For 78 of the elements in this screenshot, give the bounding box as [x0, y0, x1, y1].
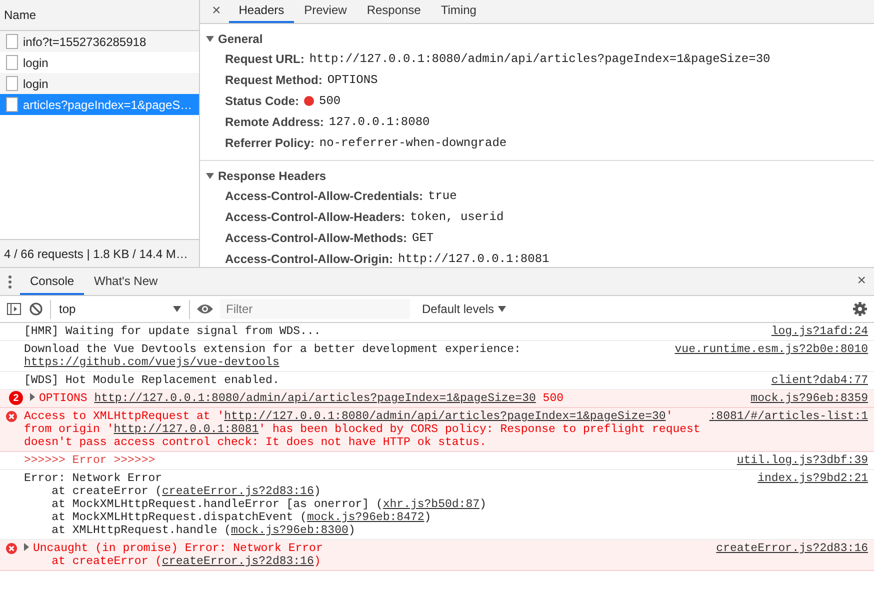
- link[interactable]: mock.js?96eb:8472: [306, 511, 424, 524]
- context-select[interactable]: top: [50, 300, 190, 318]
- section-header[interactable]: Response Headers: [200, 166, 874, 186]
- header-name: Status Code:: [225, 93, 300, 110]
- header-value: true: [428, 188, 457, 205]
- link[interactable]: http://127.0.0.1:8081: [114, 423, 259, 436]
- header-value: http://127.0.0.1:8080/admin/api/articles?pageIndex=1&pageSize=30: [309, 51, 770, 68]
- drawer-tab[interactable]: Console: [20, 268, 84, 295]
- header-name: Remote Address:: [225, 114, 324, 131]
- header-name: Access-Control-Allow-Methods:: [225, 230, 408, 247]
- sidebar-toggle-icon[interactable]: [6, 301, 22, 317]
- source-link[interactable]: :8081/#/articles-list:1: [709, 410, 868, 449]
- console-message: Download the Vue Devtools extension for a better development experience: https://github.com/vuejs/vue-devtools: [24, 343, 522, 369]
- header-value: token, userid: [410, 209, 504, 226]
- header-name: Access-Control-Allow-Credentials:: [225, 188, 424, 205]
- source-link[interactable]: createError.js?2d83:16: [716, 542, 868, 568]
- link[interactable]: createError.js?2d83:16: [162, 485, 314, 498]
- filter-field[interactable]: Filter: [220, 299, 410, 319]
- caret-icon: [498, 306, 506, 312]
- console-message: [WDS] Hot Module Replacement enabled.: [24, 374, 280, 387]
- console-message: OPTIONS http://127.0.0.1:8080/admin/api/articles?pageIndex=1&pageSize=30 500: [24, 392, 743, 405]
- link[interactable]: mock.js?96eb:8300: [231, 524, 348, 537]
- request-summary: 4 / 66 requests | 1.8 KB / 14.4 M…: [4, 246, 188, 262]
- panel-tab[interactable]: Preview: [294, 0, 357, 22]
- panel-tab[interactable]: Headers: [228, 0, 294, 22]
- request-row[interactable]: login: [0, 73, 199, 94]
- more-icon[interactable]: [8, 274, 12, 288]
- header-value: no-referrer-when-downgrade: [319, 135, 507, 152]
- header-name: Request URL:: [225, 51, 304, 68]
- header-name: Access-Control-Allow-Headers:: [225, 209, 406, 226]
- link[interactable]: http://127.0.0.1:8080/admin/api/articles?pageIndex=1&pageSize=30: [94, 392, 536, 405]
- link[interactable]: http://127.0.0.1:8080/admin/api/articles?pageIndex=1&pageSize=30: [224, 410, 666, 423]
- panel-tab[interactable]: Timing: [430, 0, 486, 22]
- console-message: Access to XMLHttpRequest at 'http://127.0.0.1:8080/admin/api/articles?pageIndex=1&pageSize=30' from origin 'http://127.0.0.1:8081' has been blocked by CORS policy: Response to preflight request doesn't pass access control check: It does not have HTTP ok status.: [24, 410, 702, 449]
- clear-icon[interactable]: [28, 301, 44, 317]
- request-row[interactable]: login: [0, 52, 199, 73]
- panel-tab[interactable]: Response: [356, 0, 431, 22]
- levels-dropdown[interactable]: Default levels: [416, 299, 512, 319]
- header-name: Referrer Policy:: [225, 135, 314, 152]
- section-header[interactable]: General: [200, 28, 874, 48]
- source-link[interactable]: client?dab4:77: [771, 374, 868, 387]
- console-message: Error: Network Error at createError (createError.js?2d83:16) at MockXMLHttpRequest.handleError [as onerror] (xhr.js?b50d:87) at MockXMLHttpRequest.dispatchEvent (mock.js?96eb:8472) at XMLHttpRequest.handle (mock.js?96eb:8300): [24, 472, 488, 537]
- source-link[interactable]: index.js?9bd2:21: [758, 472, 868, 537]
- console-message: [HMR] Waiting for update signal from WDS...: [24, 325, 322, 338]
- source-link[interactable]: util.log.js?3dbf:39: [736, 454, 868, 467]
- header-value: 500: [319, 93, 341, 110]
- eye-icon[interactable]: [196, 303, 214, 315]
- header-value: GET: [412, 230, 434, 247]
- file-icon: [6, 76, 18, 91]
- source-link[interactable]: log.js?1afd:24: [771, 325, 868, 338]
- expand-icon[interactable]: [24, 543, 29, 551]
- link[interactable]: https://github.com/vuejs/vue-devtools: [24, 356, 280, 369]
- source-link[interactable]: mock.js?96eb:8359: [750, 392, 868, 405]
- link[interactable]: xhr.js?b50d:87: [382, 498, 480, 511]
- close-button[interactable]: ×: [849, 268, 874, 295]
- console-message: Uncaught (in promise) Error: Network Error at createError (createError.js?2d83:16): [24, 542, 708, 568]
- request-row[interactable]: info?t=1552736285918: [0, 31, 199, 52]
- console-message: >>>>>> Error >>>>>>: [24, 454, 156, 467]
- close-button[interactable]: ×: [204, 0, 229, 22]
- count-badge: 2: [9, 391, 23, 405]
- expand-icon[interactable]: [30, 393, 35, 401]
- file-icon: [6, 34, 18, 49]
- error-icon: [6, 543, 17, 554]
- header-value: http://127.0.0.1:8081: [398, 251, 550, 267]
- header-value: 127.0.0.1:8080: [328, 114, 430, 131]
- source-link[interactable]: vue.runtime.esm.js?2b0e:8010: [674, 343, 868, 369]
- file-icon: [6, 55, 18, 70]
- header-name: Request Method:: [225, 72, 322, 89]
- context-label: top: [59, 301, 76, 318]
- caret-icon: [173, 306, 181, 312]
- error-icon: [6, 411, 17, 422]
- file-icon: [6, 97, 18, 112]
- link[interactable]: createError.js?2d83:16: [162, 555, 314, 568]
- header-name: Access-Control-Allow-Origin:: [225, 251, 394, 267]
- drawer-tab[interactable]: What's New: [84, 268, 168, 295]
- settings-icon[interactable]: [852, 301, 868, 317]
- column-header[interactable]: Name: [4, 6, 36, 24]
- header-value: OPTIONS: [327, 72, 378, 89]
